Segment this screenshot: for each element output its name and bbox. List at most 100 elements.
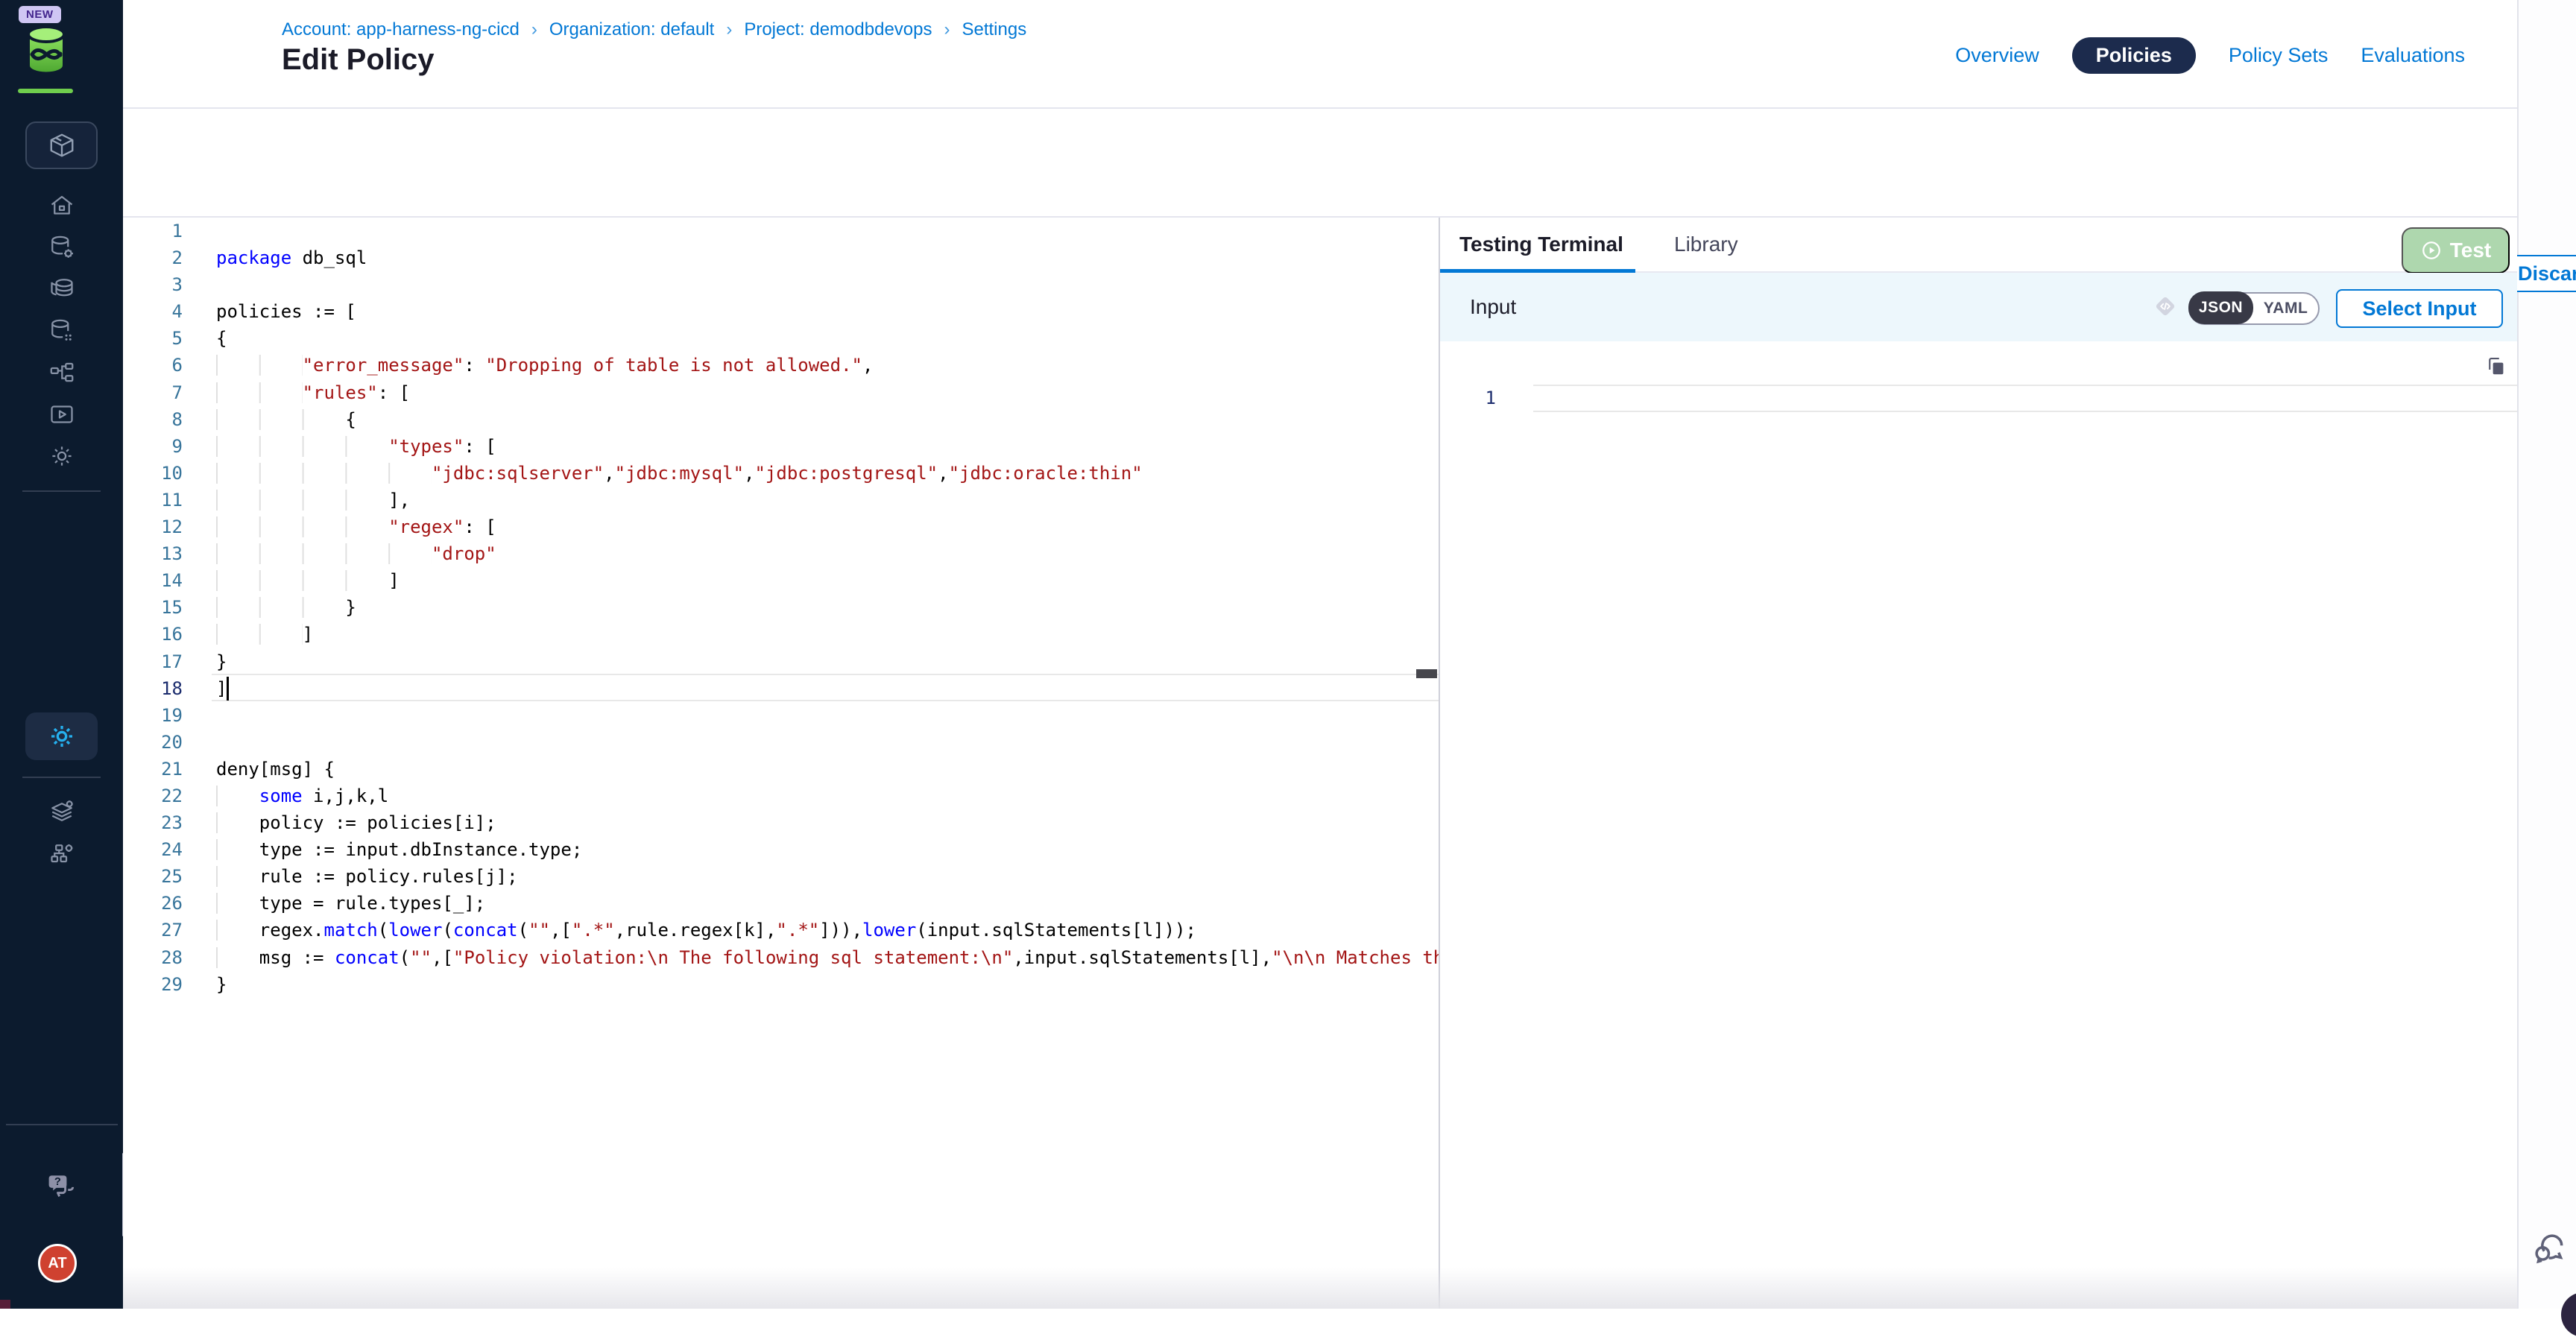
executions-play-icon [48, 401, 75, 428]
code-line: } [216, 971, 1437, 998]
breadcrumb-link[interactable]: Settings [962, 19, 1026, 40]
sidebar-item-db-instances[interactable] [0, 313, 123, 349]
breadcrumb-separator-icon: › [531, 19, 537, 40]
new-badge: NEW [19, 6, 61, 23]
code-line: ] [216, 567, 1437, 594]
code-line: } [216, 594, 1437, 621]
tab-library[interactable]: Library [1674, 233, 1738, 256]
code-line: "jdbc:sqlserver","jdbc:mysql","jdbc:post… [216, 460, 1437, 487]
sidebar-item-module-cube[interactable] [25, 121, 98, 169]
input-line-number: 1 [1440, 385, 1496, 412]
page-header: Account: app-harness-ng-cicd › Organizatio… [123, 0, 2517, 109]
line-number: 3 [123, 271, 183, 298]
breadcrumb-separator-icon: › [726, 19, 732, 40]
code-line: ] [216, 621, 1437, 648]
code-line: { [216, 325, 1437, 352]
input-current-line [1533, 385, 2517, 412]
line-number: 7 [123, 379, 183, 406]
settings-gear-icon [48, 443, 75, 470]
sidebar-item-db-stack[interactable] [0, 271, 123, 307]
test-button[interactable]: Test [2402, 227, 2510, 274]
tab-testing-terminal[interactable]: Testing Terminal [1459, 233, 1623, 256]
breadcrumb: Account: app-harness-ng-cicd › Organizatio… [282, 19, 1026, 40]
line-number: 11 [123, 487, 183, 513]
input-editor[interactable]: 1 [1440, 341, 2517, 1309]
sidebar-divider [6, 1124, 118, 1125]
line-number: 4 [123, 298, 183, 325]
text-cursor [227, 677, 229, 701]
policy-toolbar: New Policy - 02/24 - 16:19 Save Discard [123, 109, 2517, 218]
select-input-label: Select Input [2362, 297, 2476, 320]
page-right-gutter [2517, 0, 2576, 1309]
line-number: 25 [123, 863, 183, 890]
select-input-button[interactable]: Select Input [2336, 289, 2503, 328]
home-icon [48, 192, 75, 219]
layers-gear-icon [48, 797, 75, 824]
sidebar-divider [22, 777, 101, 778]
sidebar-item-home[interactable] [0, 188, 123, 224]
breadcrumb-link[interactable]: Account: app-harness-ng-cicd [282, 19, 520, 40]
harness-db-logo-icon[interactable] [25, 25, 67, 75]
sidebar-item-pipelines[interactable] [0, 355, 123, 391]
tab-evaluations[interactable]: Evaluations [2361, 44, 2465, 67]
sidebar-item-settings-active[interactable] [25, 712, 98, 760]
sidebar-item-db-config[interactable] [0, 230, 123, 265]
code-line: "error_message": "Dropping of table is n… [216, 352, 1437, 379]
line-number: 15 [123, 594, 183, 621]
sidebar-item-org-settings[interactable] [0, 835, 123, 870]
format-toggle: JSONYAML [2188, 292, 2320, 325]
line-number: 2 [123, 244, 183, 271]
database-gear-icon [48, 234, 75, 261]
sidebar-divider [22, 490, 101, 492]
module-tabs: Overview Policies Policy Sets Evaluations [1955, 37, 2465, 74]
sidebar-item-help[interactable]: ? [0, 1169, 123, 1204]
input-label: Input [1470, 295, 1516, 319]
code-diamond-icon[interactable] [2153, 294, 2178, 319]
code-line [216, 218, 1437, 244]
code-line: "drop" [216, 540, 1437, 567]
module-active-underline [18, 89, 73, 93]
line-number: 10 [123, 460, 183, 487]
format-yaml[interactable]: YAML [2253, 300, 2318, 317]
sidebar-item-executions[interactable] [0, 396, 123, 432]
module-sidebar: NEW [0, 0, 123, 1309]
line-number: 24 [123, 836, 183, 863]
sidebar-item-project-settings[interactable] [0, 438, 123, 474]
help-chat-icon: ? [45, 1170, 78, 1203]
line-number: 27 [123, 917, 183, 944]
tab-policies[interactable]: Policies [2072, 37, 2196, 74]
input-header: Input JSONYAML Select Input [1440, 273, 2517, 341]
test-label: Test [2450, 238, 2492, 262]
code-line [216, 729, 1437, 756]
line-number: 1 [123, 218, 183, 244]
policy-code-editor[interactable]: 1234567891011121314151617181920212223242… [123, 218, 1439, 1309]
tab-policy-sets[interactable]: Policy Sets [2229, 44, 2329, 67]
tab-overview[interactable]: Overview [1955, 44, 2039, 67]
corner-artifact [0, 1300, 10, 1309]
database-stack-icon [48, 276, 75, 303]
code-line: policy := policies[i]; [216, 809, 1437, 836]
code-line: policies := [ [216, 298, 1437, 325]
sidebar-item-environments[interactable] [0, 793, 123, 829]
format-json[interactable]: JSON [2188, 291, 2253, 324]
line-number: 9 [123, 433, 183, 460]
rp-tabs: Test Testing Terminal Library [1440, 218, 2517, 273]
line-number: 19 [123, 702, 183, 729]
line-number: 18 [123, 675, 183, 702]
editor-gutter: 1234567891011121314151617181920212223242… [123, 218, 183, 998]
testing-panel: Test Testing Terminal Library Input JSONY… [1440, 218, 2517, 1309]
avatar[interactable]: AT [38, 1244, 77, 1283]
breadcrumb-link[interactable]: Organization: default [549, 19, 714, 40]
line-number: 14 [123, 567, 183, 594]
line-number: 16 [123, 621, 183, 648]
chat-bubbles-icon[interactable] [2530, 1230, 2567, 1267]
pipeline-icon [48, 359, 75, 386]
line-number: 28 [123, 944, 183, 971]
breadcrumb-link[interactable]: Project: demodbdevops [744, 19, 932, 40]
code-line: type := input.dbInstance.type; [216, 836, 1437, 863]
avatar-initials: AT [48, 1255, 66, 1272]
code-line: "regex": [ [216, 513, 1437, 540]
code-line [216, 271, 1437, 298]
code-line: rule := policy.rules[j]; [216, 863, 1437, 890]
code-line: ], [216, 487, 1437, 513]
